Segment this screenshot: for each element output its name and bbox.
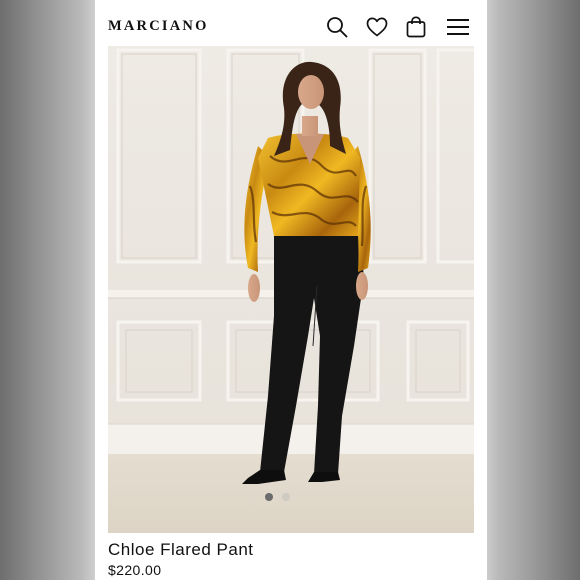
model-photo [108, 46, 474, 533]
carousel-dot-1[interactable] [265, 493, 273, 501]
product-image[interactable] [108, 46, 474, 533]
bag-icon[interactable] [403, 14, 429, 40]
product-page: MARCIANO Chloe Flared Pant $220.00 [95, 0, 487, 580]
site-header: MARCIANO [95, 8, 487, 46]
carousel-dots [95, 493, 487, 503]
carousel-dot-2[interactable] [282, 493, 290, 501]
menu-icon[interactable] [445, 14, 471, 40]
search-icon[interactable] [324, 14, 350, 40]
product-title: Chloe Flared Pant [108, 540, 254, 559]
product-price: $220.00 [108, 562, 162, 578]
brand-logo[interactable]: MARCIANO [108, 18, 209, 35]
heart-icon[interactable] [364, 14, 390, 40]
